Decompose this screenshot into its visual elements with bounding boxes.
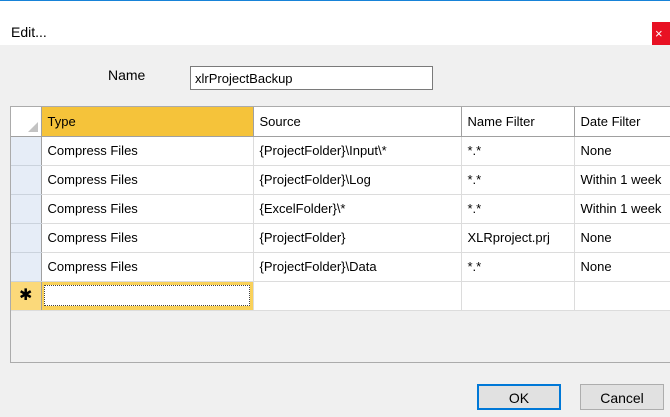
grid-body: Type Source Name Filter Date Filter Comp… [11,107,670,362]
column-header-source[interactable]: Source [253,107,462,137]
close-button[interactable]: × [652,22,670,45]
cell-source[interactable]: {ProjectFolder}\Data [253,252,462,282]
cell-date-filter[interactable]: Within 1 week [574,194,670,224]
cell-name-filter[interactable]: *.* [461,194,575,224]
cell-date-filter[interactable]: None [574,252,670,282]
close-icon: × [655,26,663,41]
grid-table: Type Source Name Filter Date Filter Comp… [11,107,670,311]
new-row-source-cell[interactable] [253,281,462,311]
grid-select-all-corner[interactable] [11,107,42,137]
new-row-date-filter-cell[interactable] [574,281,670,311]
ok-button[interactable]: OK [477,384,561,410]
cell-source[interactable]: {ProjectFolder}\Input\* [253,136,462,166]
row-header[interactable] [11,136,42,166]
cell-date-filter[interactable]: None [574,136,670,166]
cell-name-filter[interactable]: *.* [461,252,575,282]
cell-type[interactable]: Compress Files [41,136,254,166]
table-row: Compress Files {ProjectFolder}\Data *.* … [11,252,670,282]
column-header-type[interactable]: Type [41,107,254,137]
cell-name-filter[interactable]: *.* [461,165,575,195]
cell-type[interactable]: Compress Files [41,194,254,224]
cell-source[interactable]: {ExcelFolder}\* [253,194,462,224]
table-row: Compress Files {ExcelFolder}\* *.* Withi… [11,194,670,224]
row-header[interactable] [11,165,42,195]
cell-type[interactable]: Compress Files [41,165,254,195]
new-row-name-filter-cell[interactable] [461,281,575,311]
cell-type[interactable]: Compress Files [41,252,254,282]
table-row: Compress Files {ProjectFolder}\Input\* *… [11,136,670,166]
select-all-triangle-icon [27,121,38,132]
cell-type[interactable]: Compress Files [41,223,254,253]
column-header-name-filter[interactable]: Name Filter [461,107,575,137]
table-row: Compress Files {ProjectFolder} XLRprojec… [11,223,670,253]
type-cell-editor[interactable] [43,284,250,306]
row-header[interactable] [11,194,42,224]
cancel-button[interactable]: Cancel [580,384,664,410]
cell-date-filter[interactable]: None [574,223,670,253]
actions-grid: Type Source Name Filter Date Filter Comp… [10,106,670,363]
title-bar: Edit... [0,1,670,45]
cell-name-filter[interactable]: *.* [461,136,575,166]
new-row: ✱ ... [11,281,670,311]
column-header-date-filter[interactable]: Date Filter [574,107,670,137]
row-header[interactable] [11,223,42,253]
window-title: Edit... [11,24,47,40]
table-row: Compress Files {ProjectFolder}\Log *.* W… [11,165,670,195]
name-input[interactable] [190,66,433,90]
row-header[interactable] [11,252,42,282]
new-row-asterisk-icon: ✱ [11,281,42,311]
cell-source[interactable]: {ProjectFolder} [253,223,462,253]
cell-date-filter[interactable]: Within 1 week [574,165,670,195]
grid-header-row: Type Source Name Filter Date Filter [11,107,670,137]
cell-name-filter[interactable]: XLRproject.prj [461,223,575,253]
new-row-type-cell[interactable]: ... [41,281,254,311]
name-label: Name [108,67,146,83]
cell-source[interactable]: {ProjectFolder}\Log [253,165,462,195]
